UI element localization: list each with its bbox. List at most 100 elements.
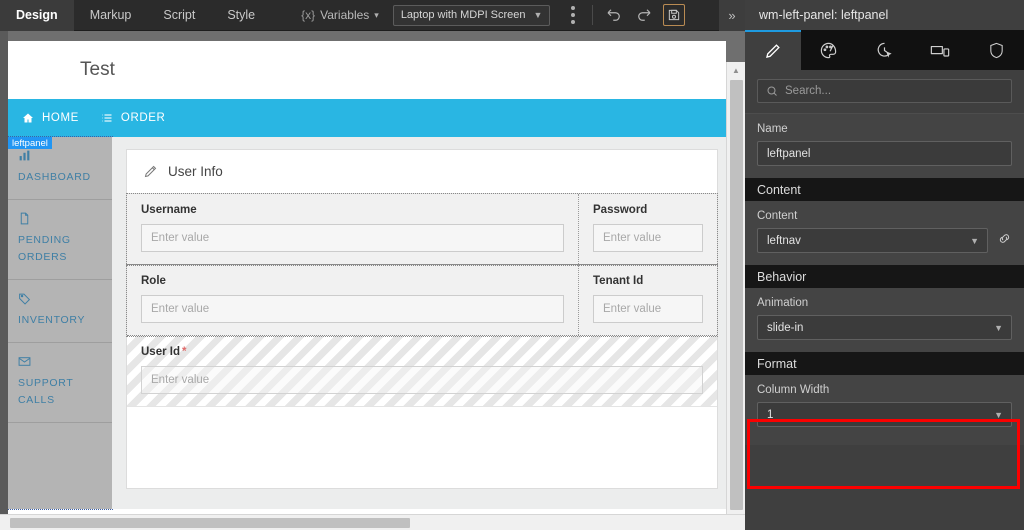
link-icon[interactable] (997, 231, 1012, 251)
form-row-user-id: User Id * Enter value (127, 336, 717, 407)
tag-icon (19, 293, 31, 305)
kebab-menu-icon[interactable] (560, 0, 586, 31)
tab-properties[interactable] (745, 30, 801, 70)
nav-item-home[interactable]: HOME (22, 112, 79, 124)
section-header-behavior: Behavior (745, 265, 1024, 288)
username-input[interactable]: Enter value (141, 224, 564, 252)
role-input[interactable]: Enter value (141, 295, 564, 323)
role-label: Role (141, 275, 166, 287)
inspector-title: wm-left-panel: leftpanel (745, 0, 1024, 30)
animation-label: Animation (757, 297, 809, 309)
user-info-card: User Info Username Enter value Password … (126, 149, 718, 489)
chevron-down-icon: ▼ (533, 10, 543, 20)
content-field-block: Content leftnav ▼ (745, 201, 1024, 265)
username-label: Username (141, 204, 197, 216)
animation-field-block: Animation slide-in ▼ (745, 288, 1024, 352)
nav-item-order-label: ORDER (120, 112, 166, 124)
canvas-vertical-scrollbar[interactable]: ▲ ▼ (726, 62, 745, 530)
tab-style[interactable]: Style (211, 0, 271, 31)
app-navbar: HOME ORDER leftpanel (8, 99, 726, 149)
palette-icon (821, 42, 837, 58)
user-id-input[interactable]: Enter value (141, 366, 703, 394)
cursor-gear-icon (877, 42, 892, 58)
pencil-icon (766, 43, 781, 58)
devices-icon (931, 45, 950, 57)
pencil-icon (144, 165, 157, 178)
tab-script[interactable]: Script (147, 0, 211, 31)
editor-region: Design Markup Script Style {x} Variables… (0, 0, 745, 530)
toolbar-divider (592, 5, 594, 25)
properties-inspector: wm-left-panel: leftpanel Search... Name … (745, 0, 1024, 530)
required-marker: * (182, 346, 187, 358)
tab-styles[interactable] (801, 30, 857, 70)
tab-events[interactable] (857, 30, 913, 70)
password-input[interactable]: Enter value (593, 224, 703, 252)
search-placeholder: Search... (785, 85, 832, 97)
redo-icon[interactable] (629, 0, 659, 31)
form-row-2: Role Enter value Tenant Id Enter value (126, 264, 718, 337)
user-id-disabled-area: User Id * Enter value (127, 336, 717, 406)
card-header: User Info (127, 150, 717, 194)
page-header: Test (8, 41, 726, 99)
page-body: DASHBOARD PENDING ORDERS INVENTORY SUPPO… (8, 136, 726, 510)
name-input[interactable]: leftpanel (757, 141, 1012, 166)
nav-item-home-label: HOME (42, 112, 79, 124)
inspector-tabs (745, 30, 1024, 70)
content-area: User Info Username Enter value Password … (112, 137, 726, 509)
vertical-scroll-thumb[interactable] (729, 80, 743, 510)
document-icon (20, 212, 29, 225)
tab-markup[interactable]: Markup (74, 0, 148, 31)
search-input[interactable]: Search... (757, 79, 1012, 103)
webide-root: Design Markup Script Style {x} Variables… (0, 0, 1024, 530)
leftpanel-widget[interactable]: DASHBOARD PENDING ORDERS INVENTORY SUPPO… (8, 136, 113, 510)
form-cell-tenant-id: Tenant Id Enter value (579, 265, 717, 335)
name-field-block: Name leftpanel (745, 114, 1024, 178)
tenant-id-input[interactable]: Enter value (593, 295, 703, 323)
chevron-down-icon: ▾ (374, 9, 379, 20)
sidebar-item-support-calls[interactable]: SUPPORT CALLS (8, 343, 112, 423)
nav-item-order[interactable]: ORDER (101, 112, 166, 124)
device-selector-value: Laptop with MDPI Screen (400, 9, 526, 21)
content-label: Content (757, 210, 798, 222)
design-canvas: Test HOME ORDER leftpanel DASHBOARD PEND… (0, 31, 745, 530)
sidebar-item-pending-orders[interactable]: PENDING ORDERS (8, 200, 112, 280)
search-icon (767, 86, 777, 96)
chevron-down-icon: ▼ (970, 235, 979, 246)
user-id-label-text: User Id (141, 346, 180, 358)
horizontal-scroll-thumb[interactable] (10, 518, 410, 528)
chevron-down-icon: ▼ (994, 409, 1003, 420)
scroll-up-icon[interactable]: ▲ (727, 62, 746, 79)
selection-badge: leftpanel (8, 137, 52, 149)
section-header-format: Format (745, 352, 1024, 375)
highlight-annotation (747, 419, 1020, 489)
animation-select[interactable]: slide-in ▼ (757, 315, 1012, 340)
list-icon (102, 114, 112, 122)
column-width-label: Column Width (757, 384, 830, 396)
bar-chart-icon (19, 150, 30, 161)
sidebar-item-support-calls-label: SUPPORT CALLS (18, 377, 74, 406)
content-select[interactable]: leftnav ▼ (757, 228, 988, 253)
sidebar-item-inventory-label: INVENTORY (18, 314, 86, 326)
sidebar-item-pending-orders-label: PENDING ORDERS (18, 234, 71, 263)
device-selector[interactable]: Laptop with MDPI Screen ▼ (392, 4, 551, 26)
shield-icon (989, 42, 1003, 58)
section-header-content: Content (745, 178, 1024, 201)
variables-brace-icon: {x} (301, 8, 316, 22)
home-icon (23, 113, 33, 123)
canvas-gutter (0, 31, 8, 530)
tab-security[interactable] (968, 30, 1024, 70)
save-button[interactable] (659, 0, 689, 31)
variables-button[interactable]: {x} Variables ▾ (301, 8, 379, 22)
expand-panel-button[interactable]: » (719, 0, 745, 31)
name-label: Name (757, 123, 788, 135)
undo-icon[interactable] (599, 0, 629, 31)
form-cell-username: Username Enter value (127, 194, 579, 264)
tab-design[interactable]: Design (0, 0, 74, 31)
tab-devices[interactable] (912, 30, 968, 70)
content-row: leftnav ▼ (757, 228, 1012, 253)
canvas-horizontal-scrollbar[interactable] (0, 514, 745, 530)
preview-page: Test HOME ORDER leftpanel DASHBOARD PEND… (8, 41, 726, 521)
password-label: Password (593, 204, 648, 216)
sidebar-item-inventory[interactable]: INVENTORY (8, 280, 112, 343)
form-row-1: Username Enter value Password Enter valu… (126, 193, 718, 266)
